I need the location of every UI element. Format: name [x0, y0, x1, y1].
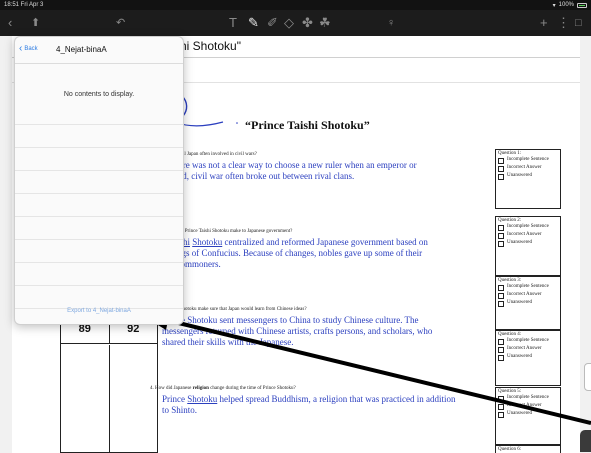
export-button[interactable]: Export to 4_Nejat-binaA — [15, 308, 183, 314]
chevron-left-icon: ‹ — [19, 43, 23, 54]
list-row — [15, 125, 183, 148]
list-row — [15, 171, 183, 194]
list-row — [15, 194, 183, 217]
document-popover: ‹ Back 4_Nejat-binaA No contents to disp… — [14, 36, 184, 325]
back-button[interactable]: ‹ Back — [19, 43, 38, 54]
popover-title: 4_Nejat-binaA — [56, 45, 107, 54]
empty-message: No contents to display. — [63, 91, 135, 98]
corner-button[interactable] — [580, 430, 591, 452]
list-row — [15, 263, 183, 286]
list-row — [15, 102, 183, 125]
list-row — [15, 240, 183, 263]
popover-header: ‹ Back 4_Nejat-binaA — [15, 37, 183, 64]
side-panel-tab[interactable] — [584, 363, 591, 391]
empty-list — [15, 102, 183, 309]
back-label: Back — [24, 46, 38, 52]
list-row — [15, 286, 183, 309]
list-row — [15, 217, 183, 240]
list-row — [15, 148, 183, 171]
